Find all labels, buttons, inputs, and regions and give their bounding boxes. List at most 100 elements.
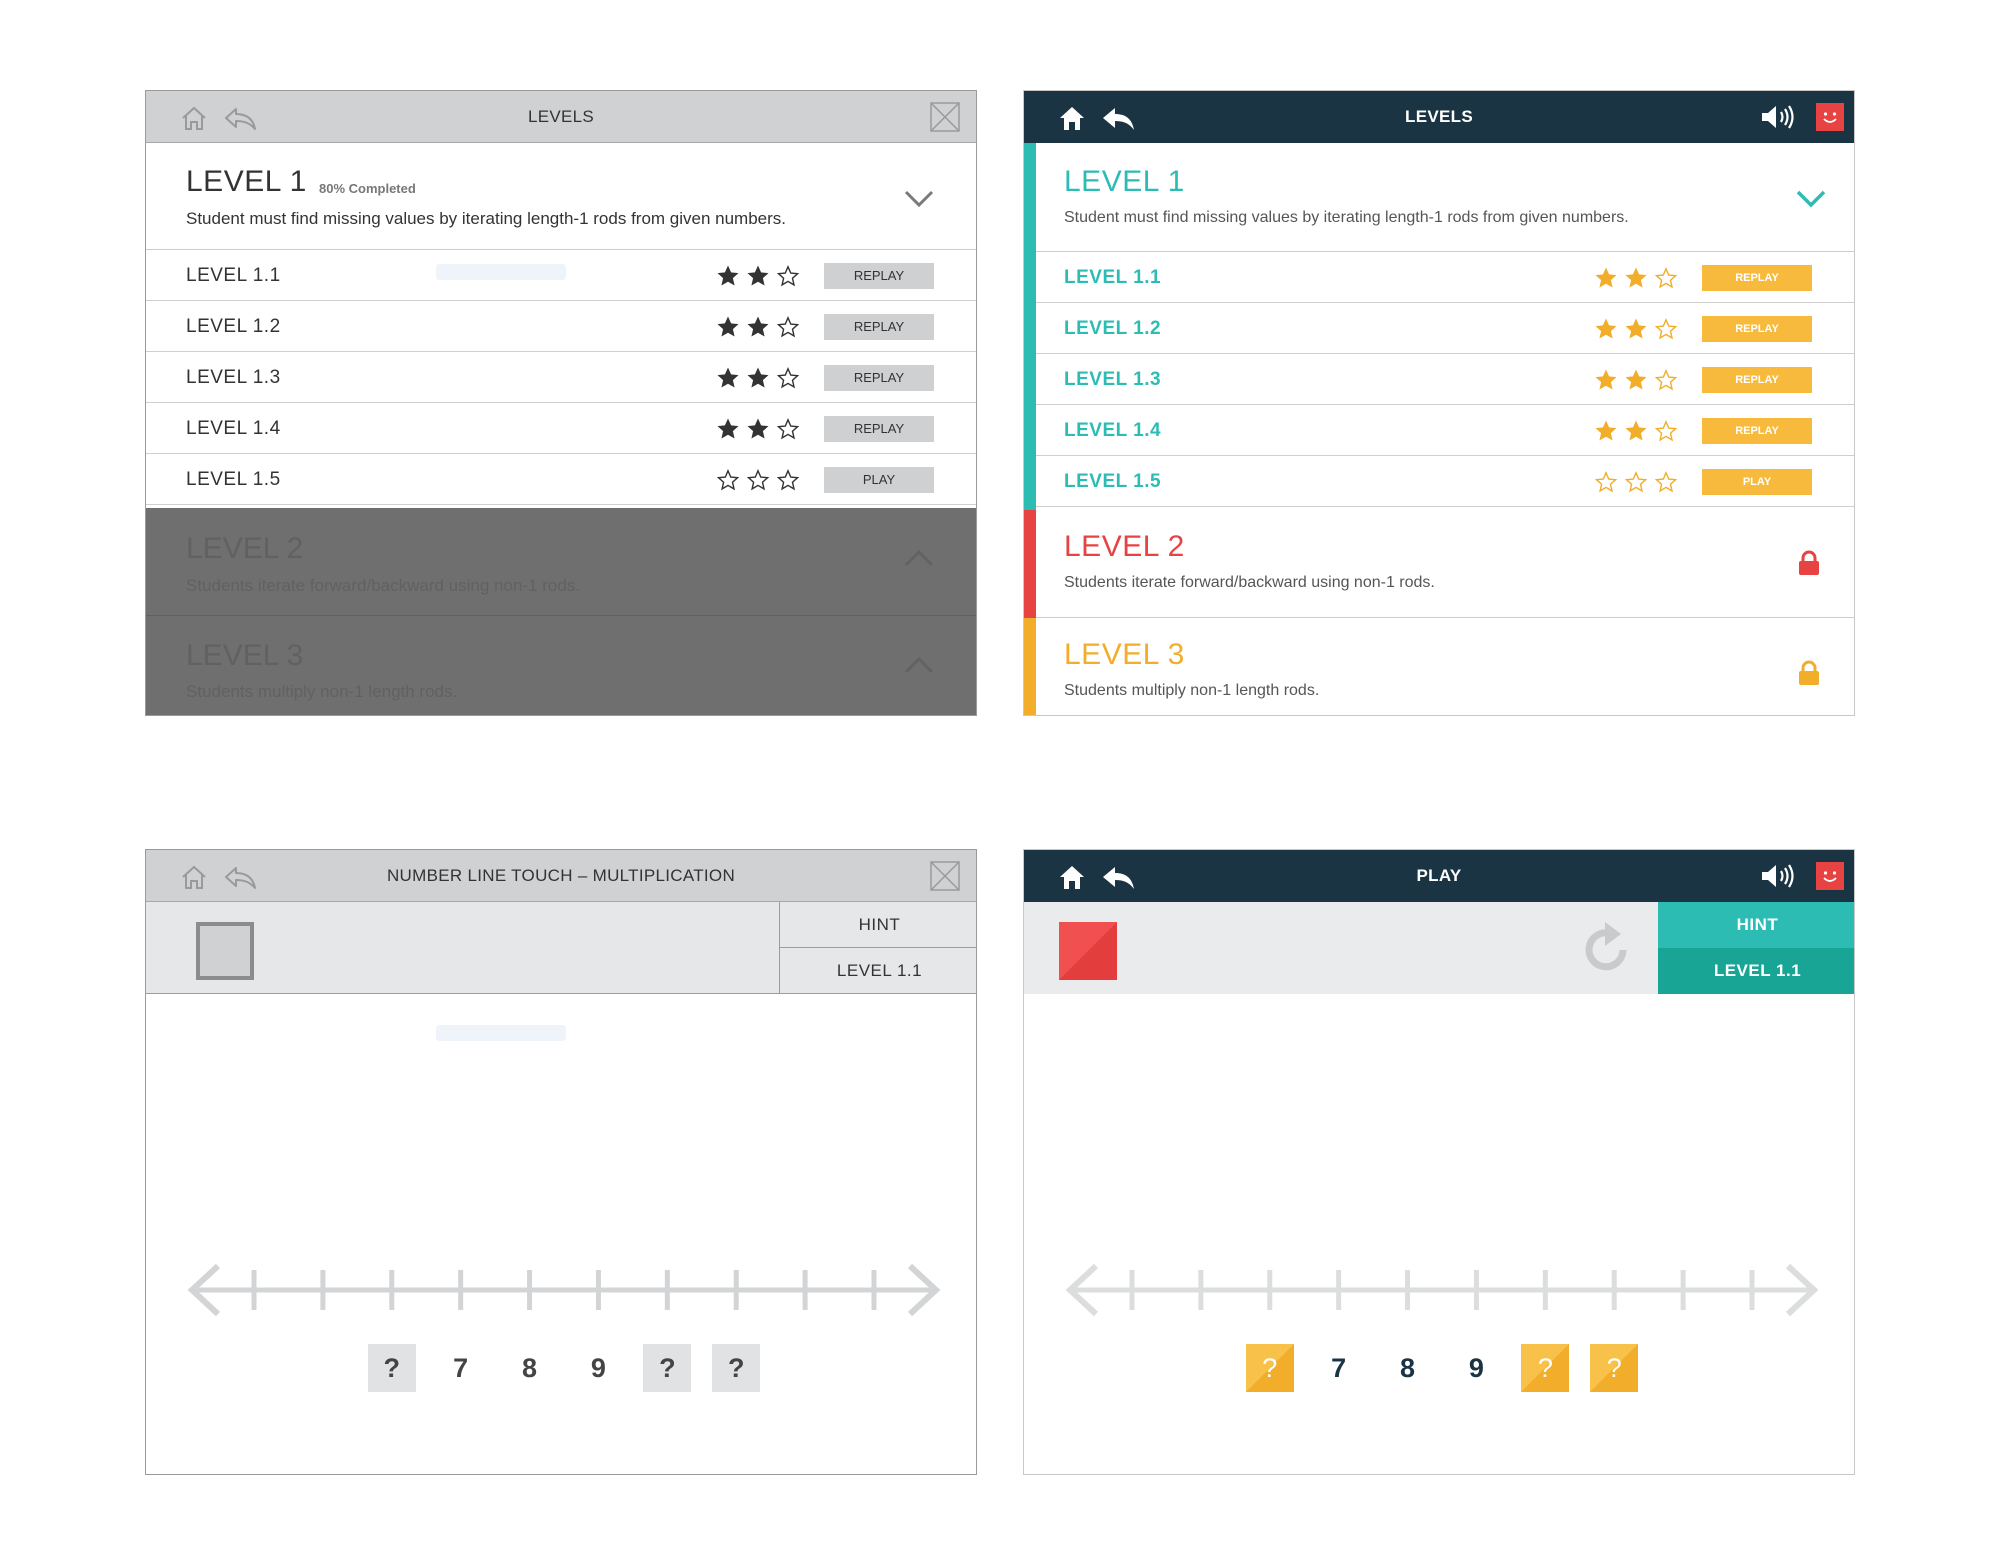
star-empty-icon (1655, 370, 1677, 390)
answer-slot[interactable]: ? (643, 1344, 692, 1392)
star-empty-icon (1655, 472, 1677, 492)
replay-button[interactable]: REPLAY (1702, 367, 1812, 393)
answer-tiles: ? 7 8 9?? (1062, 1344, 1822, 1392)
color-levels-panel: LEVELS LEVEL 1 Student must find missing… (1023, 90, 1855, 716)
level-indicator: LEVEL 1.1 (836, 961, 923, 980)
smiley-icon[interactable] (1816, 103, 1844, 131)
sublevel-row[interactable]: LEVEL 1.3 REPLAY (146, 352, 976, 403)
level-2-description: Students iterate forward/backward using … (1064, 574, 1435, 591)
replay-button[interactable]: REPLAY (1702, 418, 1812, 444)
answer-slot[interactable]: ? (712, 1344, 761, 1392)
star-rating (1594, 265, 1680, 291)
speaker-icon[interactable] (1760, 103, 1794, 131)
level-1-progress: 80% Completed (319, 181, 416, 196)
level-1-description: Student must find missing values by iter… (186, 209, 787, 228)
game-toolbar: HINT LEVEL 1.1 (146, 902, 976, 994)
number-text: 8 (1400, 1353, 1416, 1383)
sublevel-label: LEVEL 1.2 (1064, 318, 1162, 339)
sublevel-row[interactable]: LEVEL 1.4 REPLAY (1036, 405, 1854, 456)
sublevel-row[interactable]: LEVEL 1.5 PLAY (1036, 456, 1854, 507)
side-panel: HINT LEVEL 1.1 (1658, 902, 1854, 994)
sublevel-row[interactable]: LEVEL 1.2 REPLAY (146, 301, 976, 352)
replay-button[interactable]: REPLAY (824, 416, 934, 442)
top-bar: NUMBER LINE TOUCH – MULTIPLICATION (146, 850, 976, 902)
number-text: 8 (522, 1353, 538, 1383)
sublevel-row[interactable]: LEVEL 1.3 REPLAY (1036, 354, 1854, 405)
sublevel-label: LEVEL 1.1 (186, 265, 281, 286)
level-1-title: LEVEL 1 (186, 165, 307, 198)
number-label: 7 (1315, 1344, 1363, 1392)
hint-button[interactable]: HINT (780, 902, 976, 948)
wireframe-levels-panel: LEVELS LEVEL 1 80% Completed Student mus… (145, 90, 977, 716)
ghost-label (436, 1025, 566, 1041)
star-filled-icon (717, 418, 739, 439)
level-2-header[interactable]: LEVEL 2 Students iterate forward/backwar… (1036, 510, 1854, 618)
chevron-down-icon[interactable] (904, 189, 934, 209)
level-3-title: LEVEL 3 (186, 639, 304, 672)
number-text: 9 (590, 1353, 606, 1383)
star-rating (1594, 469, 1680, 495)
star-filled-icon (747, 265, 769, 286)
page-title: LEVELS (1405, 107, 1473, 126)
answer-slot[interactable]: ? (1590, 1344, 1639, 1392)
sublevel-row[interactable]: LEVEL 1.5 PLAY (146, 454, 976, 505)
replay-button[interactable]: REPLAY (1702, 265, 1812, 291)
star-filled-icon (1625, 369, 1647, 390)
level-1-title: LEVEL 1 (1064, 165, 1185, 198)
answer-slot[interactable]: ? (1521, 1344, 1570, 1392)
sublevel-label: LEVEL 1.4 (1064, 420, 1162, 441)
close-icon[interactable] (930, 861, 960, 891)
star-filled-icon (1595, 318, 1617, 339)
level-indicator: LEVEL 1.1 (1658, 948, 1854, 994)
play-button[interactable]: PLAY (824, 467, 934, 493)
replay-button[interactable]: REPLAY (1702, 316, 1812, 342)
number-label: 8 (1384, 1344, 1432, 1392)
speaker-icon[interactable] (1760, 862, 1794, 890)
replay-button[interactable]: REPLAY (824, 263, 934, 289)
play-button[interactable]: PLAY (1702, 469, 1812, 495)
level-1-header[interactable]: LEVEL 1 80% Completed Student must find … (146, 143, 976, 250)
divider (146, 615, 976, 616)
rod-tile-placeholder[interactable] (196, 922, 254, 980)
smiley-icon[interactable] (1816, 862, 1844, 890)
level-1-header[interactable]: LEVEL 1 Student must find missing values… (1036, 143, 1854, 252)
sublevel-label: LEVEL 1.5 (1064, 471, 1162, 492)
sublevel-row[interactable]: LEVEL 1.4 REPLAY (146, 403, 976, 454)
lock-icon (1799, 550, 1819, 575)
star-rating (716, 365, 802, 391)
side-panel: HINT LEVEL 1.1 (779, 902, 976, 994)
star-empty-icon (1595, 472, 1617, 492)
answer-slot-text: ? (1262, 1353, 1278, 1383)
level-3-title: LEVEL 3 (1064, 638, 1185, 671)
page-title: PLAY (1416, 866, 1462, 885)
answer-slot[interactable]: ? (1245, 1344, 1294, 1392)
star-filled-icon (747, 418, 769, 439)
star-empty-icon (777, 317, 799, 337)
sublevel-label: LEVEL 1.4 (186, 418, 281, 439)
chevron-down-icon[interactable] (1796, 189, 1826, 209)
answer-slot-text: ? (1537, 1353, 1553, 1383)
close-icon[interactable] (930, 102, 960, 132)
rod-tile[interactable] (1059, 922, 1117, 980)
game-toolbar: HINT LEVEL 1.1 (1024, 902, 1854, 994)
replay-button[interactable]: REPLAY (824, 365, 934, 391)
star-filled-icon (717, 367, 739, 388)
sublevel-row[interactable]: LEVEL 1.2 REPLAY (1036, 303, 1854, 354)
answer-slot-text: ? (727, 1353, 745, 1383)
star-filled-icon (1625, 318, 1647, 339)
star-filled-icon (717, 265, 739, 286)
star-filled-icon (1595, 267, 1617, 288)
level-3-header[interactable]: LEVEL 3 Students multiply non-1 length r… (1036, 618, 1854, 715)
replay-button[interactable]: REPLAY (824, 314, 934, 340)
star-empty-icon (777, 266, 799, 286)
star-filled-icon (1595, 369, 1617, 390)
star-rating (1594, 367, 1680, 393)
sublevel-label: LEVEL 1.3 (186, 367, 281, 388)
sublevel-label: LEVEL 1.3 (1064, 369, 1162, 390)
answer-slot[interactable]: ? (367, 1344, 416, 1392)
refresh-icon[interactable] (1579, 920, 1633, 976)
number-text: 7 (453, 1353, 469, 1383)
sublevel-row[interactable]: LEVEL 1.1 REPLAY (1036, 252, 1854, 303)
hint-button[interactable]: HINT (1658, 902, 1854, 948)
star-empty-icon (777, 419, 799, 439)
